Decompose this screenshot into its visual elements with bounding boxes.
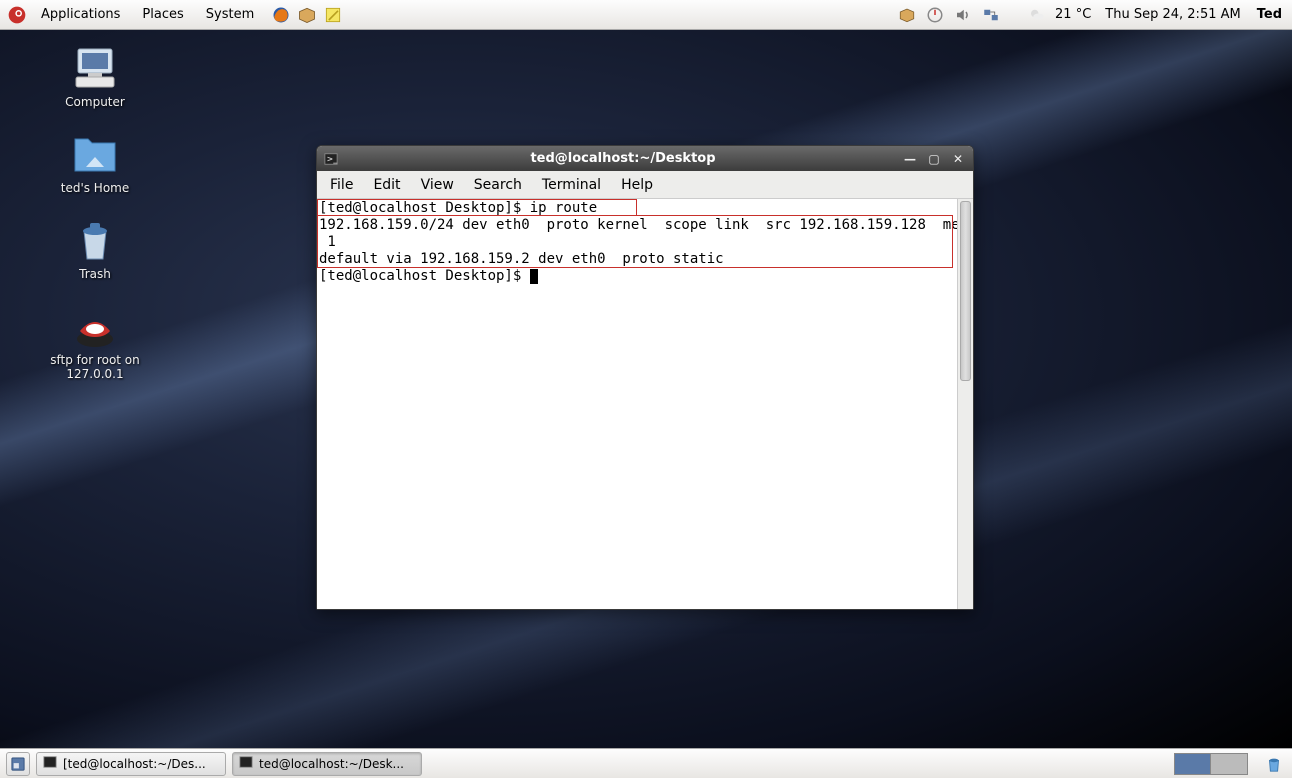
cpu-tray-icon[interactable] — [925, 5, 945, 25]
notes-launcher-icon[interactable] — [323, 5, 343, 25]
svg-text:>_: >_ — [327, 154, 338, 163]
desktop-icon-label: ted's Home — [61, 181, 130, 195]
menu-edit[interactable]: Edit — [364, 174, 409, 196]
titlebar[interactable]: >_ ted@localhost:~/Desktop — ▢ ✕ — [317, 146, 973, 171]
menu-search[interactable]: Search — [465, 174, 531, 196]
output-line: 1 — [319, 234, 344, 250]
taskbar-item-2[interactable]: ted@localhost:~/Desk... — [232, 752, 422, 776]
taskbar-item-1[interactable]: [ted@localhost:~/Des... — [36, 752, 226, 776]
firefox-launcher-icon[interactable] — [271, 5, 291, 25]
output-line: 192.168.159.0/24 dev eth0 proto kernel s… — [319, 217, 957, 233]
menu-file[interactable]: File — [321, 174, 362, 196]
package-launcher-icon[interactable] — [297, 5, 317, 25]
desktop-icon-label: Computer — [65, 95, 125, 109]
show-desktop-button[interactable] — [6, 752, 30, 776]
menu-places[interactable]: Places — [133, 4, 192, 25]
terminal-window: >_ ted@localhost:~/Desktop — ▢ ✕ File Ed… — [316, 145, 974, 610]
maximize-button[interactable]: ▢ — [925, 151, 943, 167]
menu-terminal[interactable]: Terminal — [533, 174, 610, 196]
command-text: ip route — [530, 200, 597, 216]
top-panel: Applications Places System 21 °C Thu S — [0, 0, 1292, 30]
trash-applet[interactable] — [1262, 752, 1286, 776]
desktop[interactable]: Computer ted's Home Trash sftp for root … — [0, 30, 1292, 748]
terminal-window-icon: >_ — [323, 151, 339, 167]
weather-text[interactable]: 21 °C — [1055, 7, 1091, 22]
menu-help[interactable]: Help — [612, 174, 662, 196]
network-tray-icon[interactable] — [981, 5, 1001, 25]
taskbar-item-label: ted@localhost:~/Desk... — [259, 757, 404, 771]
sftp-icon — [70, 303, 120, 349]
workspace-1[interactable] — [1175, 754, 1211, 774]
desktop-icon-home[interactable]: ted's Home — [20, 131, 170, 195]
menu-system[interactable]: System — [197, 4, 263, 25]
cursor — [530, 269, 538, 284]
weather-tray-icon[interactable] — [1027, 5, 1047, 25]
workspace-2[interactable] — [1211, 754, 1247, 774]
terminal-scrollbar[interactable] — [957, 199, 973, 609]
prompt: [ted@localhost Desktop]$ — [319, 268, 530, 284]
update-tray-icon[interactable] — [897, 5, 917, 25]
window-title: ted@localhost:~/Desktop — [345, 151, 901, 166]
scrollbar-thumb[interactable] — [960, 201, 971, 381]
user-menu[interactable]: Ted — [1257, 7, 1282, 22]
desktop-icon-label: sftp for root on 127.0.0.1 — [20, 353, 170, 381]
desktop-icon-trash[interactable]: Trash — [20, 217, 170, 281]
volume-tray-icon[interactable] — [953, 5, 973, 25]
close-button[interactable]: ✕ — [949, 151, 967, 167]
desktop-icon-label: Trash — [79, 267, 111, 281]
minimize-button[interactable]: — — [901, 151, 919, 167]
terminal-task-icon — [239, 755, 253, 772]
menu-applications[interactable]: Applications — [32, 4, 129, 25]
menubar: File Edit View Search Terminal Help — [317, 171, 973, 199]
computer-icon — [70, 45, 120, 91]
desktop-icons-container: Computer ted's Home Trash sftp for root … — [20, 45, 170, 381]
bottom-panel: [ted@localhost:~/Des... ted@localhost:~/… — [0, 748, 1292, 778]
trash-icon — [70, 217, 120, 263]
terminal-task-icon — [43, 755, 57, 772]
distro-icon[interactable] — [6, 4, 28, 26]
prompt: [ted@localhost Desktop]$ — [319, 200, 530, 216]
desktop-icon-computer[interactable]: Computer — [20, 45, 170, 109]
clock[interactable]: Thu Sep 24, 2:51 AM — [1105, 7, 1240, 22]
output-line: default via 192.168.159.2 dev eth0 proto… — [319, 251, 732, 267]
workspace-switcher[interactable] — [1174, 753, 1248, 775]
terminal-output[interactable]: [ted@localhost Desktop]$ ip route 192.16… — [317, 199, 957, 609]
terminal-body: [ted@localhost Desktop]$ ip route 192.16… — [317, 199, 973, 609]
menu-view[interactable]: View — [412, 174, 463, 196]
home-folder-icon — [70, 131, 120, 177]
desktop-icon-sftp[interactable]: sftp for root on 127.0.0.1 — [20, 303, 170, 381]
taskbar-item-label: [ted@localhost:~/Des... — [63, 757, 206, 771]
